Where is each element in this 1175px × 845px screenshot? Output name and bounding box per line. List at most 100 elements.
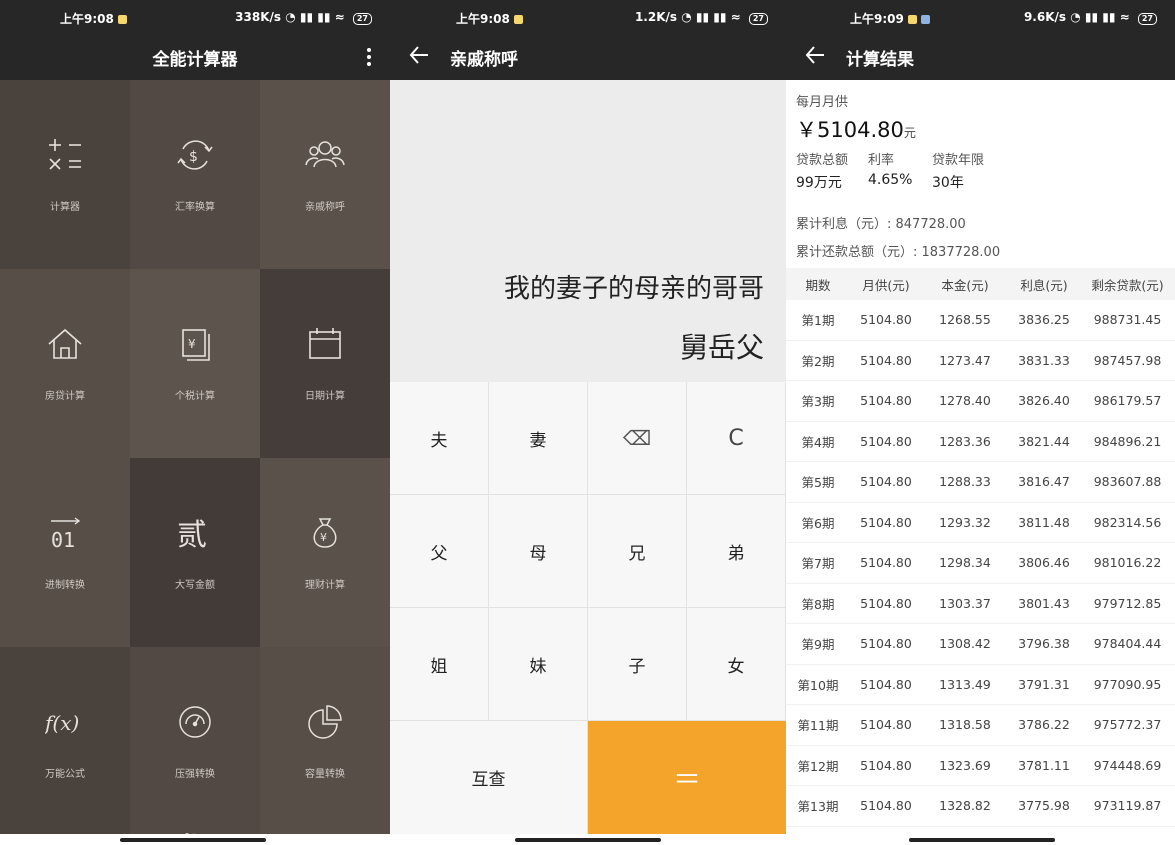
tile-pressure[interactable]: 压强转换 <box>130 647 260 836</box>
table-row: 第5期 5104.80 1288.33 3816.47 983607.88 <box>786 462 1175 503</box>
tile-label: 理财计算 <box>305 580 345 591</box>
status-time: 上午9:08 <box>60 10 127 27</box>
tax-icon: ¥ <box>182 329 210 361</box>
tile-label: 容量转换 <box>305 769 345 780</box>
table-cell: 3821.44 <box>1018 433 1070 449</box>
table-cell: 977090.95 <box>1093 676 1162 692</box>
table-cell: 第9期 <box>801 637 835 653</box>
tile-mortgage[interactable]: 房贷计算 <box>0 269 130 458</box>
tile-relatives[interactable]: 亲戚称呼 <box>260 80 390 269</box>
clear-button[interactable]: C <box>687 382 786 495</box>
table-cell: 5104.80 <box>860 352 912 368</box>
table-cell: 5104.80 <box>860 636 912 652</box>
tile-label: 日期计算 <box>305 391 345 402</box>
table-cell: 第1期 <box>801 313 835 329</box>
table-cell: 第13期 <box>797 799 839 815</box>
money-bag-icon: ¥ <box>313 518 337 548</box>
svg-text:f(x): f(x) <box>45 711 79 735</box>
key-younger-sister[interactable]: 妹 <box>489 608 588 721</box>
table-body: 第1期 5104.80 1268.55 3836.25 988731.45 第2期 5104… <box>786 300 1175 827</box>
table-cell: 第2期 <box>801 353 835 369</box>
home-indicator[interactable] <box>515 838 661 842</box>
tile-currency[interactable]: $ 汇率换算 <box>130 80 260 269</box>
table-cell: 988731.45 <box>1093 312 1162 328</box>
key-father[interactable]: 父 <box>390 495 489 608</box>
table-cell: 1298.34 <box>939 555 991 571</box>
tile-tax[interactable]: ¥ 个税计算 <box>130 269 260 458</box>
table-cell: 1293.32 <box>939 514 991 530</box>
status-bar: 上午9:08 1.2K/s ◔ ▮▮ ▮▮ ≈ 27 <box>390 0 786 34</box>
table-cell: 第12期 <box>797 758 839 774</box>
table-cell: 3781.11 <box>1018 757 1070 773</box>
app-bar: 计算结果 <box>786 34 1175 80</box>
table-cell: 979712.85 <box>1093 595 1162 611</box>
pie-icon <box>308 705 342 739</box>
nav-bar <box>0 834 390 845</box>
nav-bar <box>390 834 786 845</box>
key-wife[interactable]: 妻 <box>489 382 588 495</box>
table-row: 第7期 5104.80 1298.34 3806.46 981016.22 <box>786 543 1175 584</box>
rate-label: 利率 <box>868 153 895 168</box>
schedule-table: 期数 月供(元) 本金(元) 利息(元) 剩余贷款(元) 第1期 5104.80 1… <box>786 268 1175 827</box>
backspace-icon[interactable]: ⌫ <box>588 382 687 495</box>
table-cell: 982314.56 <box>1093 514 1162 530</box>
loan-total-value: 99万元 <box>796 175 842 191</box>
table-cell: 第4期 <box>801 434 835 450</box>
key-husband[interactable]: 夫 <box>390 382 489 495</box>
key-daughter[interactable]: 女 <box>687 608 786 721</box>
svg-text:贰: 贰 <box>177 518 207 553</box>
swap-lookup-button[interactable]: 互查 <box>390 721 588 835</box>
back-arrow-icon[interactable] <box>408 42 430 68</box>
table-row: 第3期 5104.80 1278.40 3826.40 986179.57 <box>786 381 1175 422</box>
table-cell: 3806.46 <box>1018 555 1070 571</box>
col-header: 本金(元) <box>941 277 989 293</box>
tile-label: 万能公式 <box>45 769 85 780</box>
tile-label: 房贷计算 <box>45 391 85 402</box>
relation-expression: 我的妻子的母亲的哥哥 <box>503 274 764 304</box>
home-indicator[interactable] <box>120 838 266 842</box>
tile-volume[interactable]: 容量转换 <box>260 647 390 836</box>
svg-text:¥: ¥ <box>188 337 196 351</box>
table-cell: 1328.82 <box>939 798 991 814</box>
table-cell: 第10期 <box>797 677 839 693</box>
app-bar: 亲戚称呼 <box>390 34 786 80</box>
table-cell: 984896.21 <box>1093 433 1162 449</box>
svg-text:¥: ¥ <box>320 531 327 544</box>
tile-calculator[interactable]: 计算器 <box>0 80 130 269</box>
table-cell: 986179.57 <box>1093 393 1162 409</box>
key-younger-brother[interactable]: 弟 <box>687 495 786 608</box>
svg-text:01: 01 <box>51 528 75 552</box>
key-son[interactable]: 子 <box>588 608 687 721</box>
table-cell: 1288.33 <box>939 474 991 490</box>
table-cell: 3826.40 <box>1018 393 1070 409</box>
table-cell: 第6期 <box>801 515 835 531</box>
table-cell: 第8期 <box>801 596 835 612</box>
home-indicator[interactable] <box>909 838 1055 842</box>
table-row: 第2期 5104.80 1273.47 3831.33 987457.98 <box>786 341 1175 381</box>
tile-base-convert[interactable]: 01 进制转换 <box>0 458 130 647</box>
keypad: 夫 妻 ⌫ C 父 母 兄 弟 姐 妹 子 女 互查 ＝ <box>390 382 786 835</box>
status-right: 9.6K/s ◔ ▮▮ ▮▮ ≈ 27 <box>1024 10 1157 25</box>
monthly-amount: ￥5104.80元 <box>796 118 916 142</box>
tile-capital-amount[interactable]: 贰 大写金额 <box>130 458 260 647</box>
key-elder-brother[interactable]: 兄 <box>588 495 687 608</box>
table-cell: 978404.44 <box>1093 636 1162 652</box>
back-arrow-icon[interactable] <box>804 42 826 68</box>
table-row: 第8期 5104.80 1303.37 3801.43 979712.85 <box>786 584 1175 624</box>
equals-button[interactable]: ＝ <box>588 721 786 835</box>
tile-date[interactable]: 日期计算 <box>260 269 390 458</box>
status-right: 1.2K/s ◔ ▮▮ ▮▮ ≈ 27 <box>635 10 768 25</box>
table-cell: 3831.33 <box>1018 352 1070 368</box>
table-cell: 1273.47 <box>939 352 991 368</box>
tile-label: 大写金额 <box>175 580 215 591</box>
currency-exchange-icon: $ <box>177 140 213 170</box>
page-title: 计算结果 <box>846 50 914 70</box>
tile-finance[interactable]: ¥ 理财计算 <box>260 458 390 647</box>
more-menu-icon[interactable] <box>366 47 372 67</box>
key-elder-sister[interactable]: 姐 <box>390 608 489 721</box>
key-mother[interactable]: 母 <box>489 495 588 608</box>
calendar-icon <box>309 328 341 359</box>
table-row: 第4期 5104.80 1283.36 3821.44 984896.21 <box>786 422 1175 462</box>
result-display: 我的妻子的母亲的哥哥 舅岳父 <box>390 80 786 382</box>
tile-formula[interactable]: f(x) 万能公式 <box>0 647 130 836</box>
